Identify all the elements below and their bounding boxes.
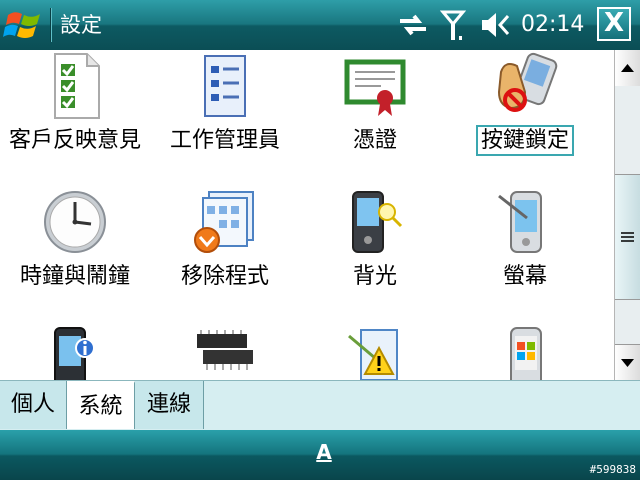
arrow-down-icon (621, 359, 634, 367)
item-label: 背光 (352, 264, 397, 289)
scroll-down-button[interactable] (615, 344, 640, 381)
input-panel-button[interactable]: A (307, 438, 341, 472)
memory-chip-icon (197, 330, 253, 370)
watermark: #599838 (589, 463, 636, 476)
close-icon: X (603, 8, 625, 38)
item-label: 憑證 (352, 128, 397, 153)
scroll-thumb[interactable] (615, 174, 640, 300)
volume-icon[interactable] (478, 8, 514, 42)
clock-icon (44, 191, 106, 253)
start-menu-button[interactable] (2, 5, 48, 45)
grip-icon (621, 232, 634, 242)
button-lock-icon (497, 52, 558, 112)
task-manager-icon (204, 55, 246, 117)
title-separator (50, 8, 51, 42)
settings-icon-grid: 客戶反映意見 工作管理員 憑證 按鍵鎖定 時鐘與鬧鐘 移除程式 背光 螢幕 (0, 50, 614, 380)
item-label: 移除程式 (180, 264, 269, 289)
screen-icon (498, 191, 542, 253)
scroll-up-button[interactable] (615, 50, 640, 87)
tab-system[interactable]: 系統 (67, 381, 135, 429)
signal-strength-icon[interactable] (440, 8, 466, 42)
keyboard-icon: A (316, 440, 332, 464)
remove-programs-icon (194, 191, 254, 253)
item-label: 工作管理員 (169, 128, 280, 153)
tab-personal[interactable]: 個人 (0, 381, 67, 429)
windows-phone-icon (510, 327, 542, 380)
bottom-bar: A (0, 430, 640, 480)
item-label: 時鐘與鬧鐘 (19, 264, 130, 289)
item-label: 按鍵鎖定 (450, 125, 600, 156)
vertical-scrollbar[interactable] (614, 50, 640, 381)
close-button[interactable]: X (597, 7, 631, 41)
tab-connections[interactable]: 連線 (135, 381, 204, 429)
connectivity-icon[interactable] (396, 8, 430, 42)
certificate-icon (344, 59, 406, 116)
tab-bar: 個人 系統 連線 (0, 380, 640, 430)
windows-flag-icon (3, 12, 40, 38)
scroll-track[interactable] (615, 86, 640, 344)
about-device-icon (54, 327, 95, 380)
feedback-checklist-icon (54, 53, 100, 119)
backlight-icon (352, 191, 403, 253)
error-reporting-icon (348, 329, 398, 380)
page-title: 設定 (60, 13, 102, 37)
title-bar: 設定 02:14 X (0, 0, 640, 50)
item-label: 客戶反映意見 (8, 128, 141, 153)
arrow-up-icon (621, 64, 634, 72)
item-label: 螢幕 (502, 264, 547, 289)
clock-time[interactable]: 02:14 (521, 12, 584, 38)
